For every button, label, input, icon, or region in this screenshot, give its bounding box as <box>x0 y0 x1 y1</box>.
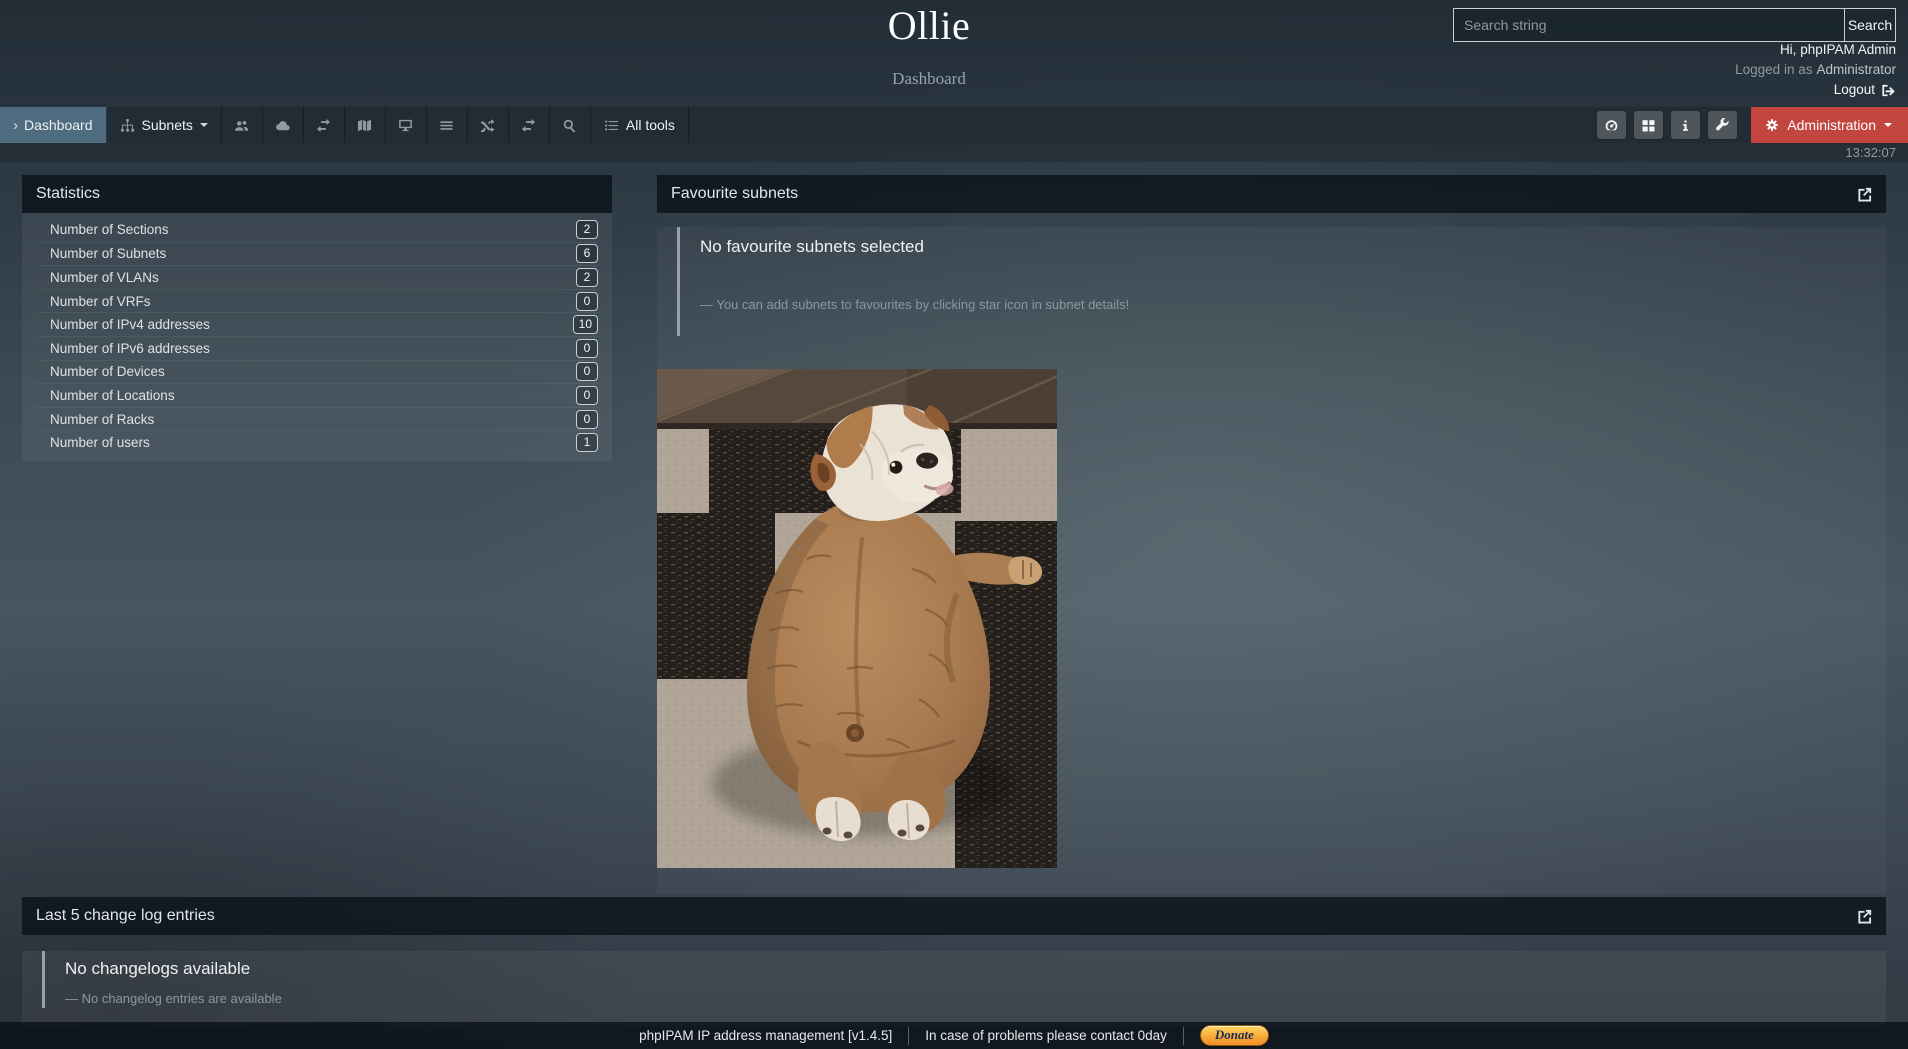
stat-row: Number of Locations0 <box>36 383 598 407</box>
changelog-panel: Last 5 change log entries No changelogs … <box>22 897 1886 1026</box>
page-subtitle: Dashboard <box>0 69 1858 89</box>
stat-row: Number of Devices0 <box>36 360 598 384</box>
info-icon <box>1678 118 1693 133</box>
users-icon <box>234 118 249 133</box>
align-justify-icon <box>439 118 454 133</box>
footer-separator <box>908 1027 909 1045</box>
nav-item-all-tools[interactable]: All tools <box>591 107 689 143</box>
wrench-icon <box>1715 118 1730 133</box>
stat-badge: 0 <box>576 386 598 405</box>
stat-badge: 2 <box>576 220 598 239</box>
footer-app-version: phpIPAM IP address management [v1.4.5] <box>639 1028 892 1043</box>
administration-button[interactable]: Administration <box>1751 107 1908 143</box>
phpipam-dashboard: Ollie Dashboard Search Hi, phpIPAM Admin… <box>0 0 1908 1049</box>
footer: phpIPAM IP address management [v1.4.5] I… <box>0 1022 1908 1049</box>
stat-row: Number of Racks0 <box>36 407 598 431</box>
nav-right: Administration <box>1597 107 1908 143</box>
stat-row: Number of users1 <box>36 430 598 454</box>
nav-item-transfer[interactable] <box>509 107 550 143</box>
stat-badge: 10 <box>573 315 598 334</box>
nav-item-desktop[interactable] <box>386 107 427 143</box>
external-link-icon[interactable] <box>1857 909 1872 924</box>
stat-row: Number of IPv4 addresses10 <box>36 312 598 336</box>
footer-contact: In case of problems please contact 0day <box>925 1028 1167 1043</box>
stat-badge: 0 <box>576 339 598 358</box>
cloud-icon <box>275 118 290 133</box>
favourites-empty-heading: No favourite subnets selected <box>700 237 1866 257</box>
desktop-icon <box>398 118 413 133</box>
changelog-empty-block: No changelogs available — No changelog e… <box>42 951 1886 1008</box>
stat-badge: 2 <box>576 268 598 287</box>
search-input[interactable] <box>1453 8 1845 42</box>
greeting-text: Hi, phpIPAM Admin <box>1735 40 1896 60</box>
favourites-empty-note: — You can add subnets to favourites by c… <box>700 297 1866 312</box>
footer-separator <box>1183 1027 1184 1045</box>
statistics-panel: Statistics Number of Sections2 Number of… <box>22 175 612 461</box>
search-icon <box>562 118 577 133</box>
search-button[interactable]: Search <box>1844 8 1896 42</box>
main-navbar: › Dashboard Subnets <box>0 107 1908 143</box>
sign-out-icon <box>1881 83 1896 98</box>
stat-row: Number of Subnets6 <box>36 242 598 266</box>
dog-photo <box>657 369 1057 868</box>
exchange-icon <box>316 118 331 133</box>
nav-item-search[interactable] <box>550 107 591 143</box>
user-info: Hi, phpIPAM Admin Logged in asAdministra… <box>1735 40 1896 100</box>
favourites-empty-block: No favourite subnets selected — You can … <box>677 227 1886 336</box>
nav-item-shuffle[interactable] <box>468 107 509 143</box>
info-button[interactable] <box>1671 111 1700 139</box>
dashboard-widgets-button[interactable] <box>1597 111 1626 139</box>
widgets-grid-button[interactable] <box>1634 111 1663 139</box>
external-link-icon[interactable] <box>1857 187 1872 202</box>
changelog-body: No changelogs available — No changelog e… <box>22 951 1886 1026</box>
nav-item-dashboard[interactable]: › Dashboard <box>0 107 107 143</box>
stat-badge: 6 <box>576 244 598 263</box>
caret-down-icon <box>1884 123 1892 127</box>
logout-button[interactable]: Logout <box>1834 80 1896 100</box>
clock: 13:32:07 <box>1845 145 1896 160</box>
tools-button[interactable] <box>1708 111 1737 139</box>
nav-item-list-lines[interactable] <box>427 107 468 143</box>
stat-row: Number of IPv6 addresses0 <box>36 336 598 360</box>
favourites-title: Favourite subnets <box>671 185 798 203</box>
stat-badge: 0 <box>576 410 598 429</box>
stat-row: Number of VRFs0 <box>36 289 598 313</box>
changelog-empty-heading: No changelogs available <box>65 959 1866 979</box>
statistics-body: Number of Sections2 Number of Subnets6 N… <box>22 213 612 461</box>
stat-badge: 0 <box>576 362 598 381</box>
nav-item-users[interactable] <box>222 107 263 143</box>
changelog-empty-note: — No changelog entries are available <box>65 991 1866 1006</box>
search-area: Search <box>1453 8 1896 42</box>
changelog-title: Last 5 change log entries <box>36 907 215 925</box>
tachometer-icon <box>1604 118 1619 133</box>
administrator-link[interactable]: Administrator <box>1816 62 1896 77</box>
transfer-icon <box>521 118 536 133</box>
stat-badge: 0 <box>576 292 598 311</box>
stat-row: Number of VLANs2 <box>36 265 598 289</box>
favourite-subnets-panel: Favourite subnets No favourite subnets s… <box>657 175 1886 894</box>
list-icon <box>604 118 619 133</box>
stat-badge: 1 <box>576 433 598 452</box>
nav-item-map[interactable] <box>345 107 386 143</box>
map-icon <box>357 118 372 133</box>
nav-item-subnets[interactable]: Subnets <box>107 107 222 143</box>
gear-icon <box>1765 118 1779 132</box>
stat-row: Number of Sections2 <box>36 218 598 242</box>
sub-navbar-strip <box>0 143 1908 162</box>
shuffle-icon <box>480 118 495 133</box>
nav-item-exchange[interactable] <box>304 107 345 143</box>
donate-button[interactable]: Donate <box>1200 1025 1269 1046</box>
caret-down-icon <box>200 123 208 127</box>
nav-item-cloud[interactable] <box>263 107 304 143</box>
favourites-body: No favourite subnets selected — You can … <box>657 227 1886 894</box>
nav-left: › Dashboard Subnets <box>0 107 689 143</box>
sitemap-icon <box>120 118 135 133</box>
logged-in-line: Logged in asAdministrator <box>1735 60 1896 80</box>
statistics-title: Statistics <box>36 185 100 203</box>
chevron-right-icon: › <box>13 117 18 134</box>
th-large-icon <box>1641 118 1656 133</box>
